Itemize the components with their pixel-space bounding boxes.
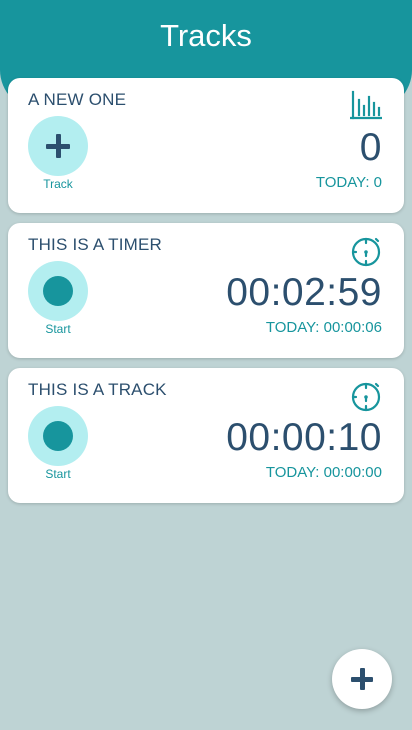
card-title: THIS IS A TRACK (28, 380, 167, 399)
record-icon (43, 421, 73, 451)
today-value: TODAY: 00:00:06 (265, 319, 382, 336)
bar-chart-icon[interactable] (350, 90, 382, 122)
today-value: TODAY: 0 (315, 174, 382, 191)
timer-value: 00:00:10 (226, 416, 382, 459)
card-title: THIS IS A TIMER (28, 235, 162, 254)
timer-value: 00:02:59 (226, 271, 382, 314)
track-card-timer[interactable]: THIS IS A TIMER Start 00:02:59 TODAY: 00… (8, 223, 404, 358)
add-track-button[interactable] (332, 649, 392, 709)
start-button-label: Start (45, 322, 71, 336)
plus-icon (46, 134, 70, 158)
plus-icon (351, 668, 373, 690)
start-button[interactable] (28, 261, 88, 321)
page-title: Tracks (160, 18, 252, 53)
start-button-label: Start (45, 467, 71, 481)
track-button-label: Track (43, 177, 73, 191)
track-button[interactable] (28, 116, 88, 176)
stopwatch-icon[interactable] (350, 380, 382, 412)
track-card-track[interactable]: THIS IS A TRACK Start 00:00:10 TODAY: 00… (8, 368, 404, 503)
start-button[interactable] (28, 406, 88, 466)
count-value: 0 (359, 126, 382, 169)
card-title: A NEW ONE (28, 90, 127, 109)
track-card-counter[interactable]: A NEW ONE Track 0 TODAY: 0 (8, 78, 404, 213)
stopwatch-icon[interactable] (350, 235, 382, 267)
today-value: TODAY: 00:00:00 (265, 464, 382, 481)
record-icon (43, 276, 73, 306)
app-screen: Tracks A NEW ONE Track 0 TODAY: 0 THIS I… (0, 0, 412, 730)
